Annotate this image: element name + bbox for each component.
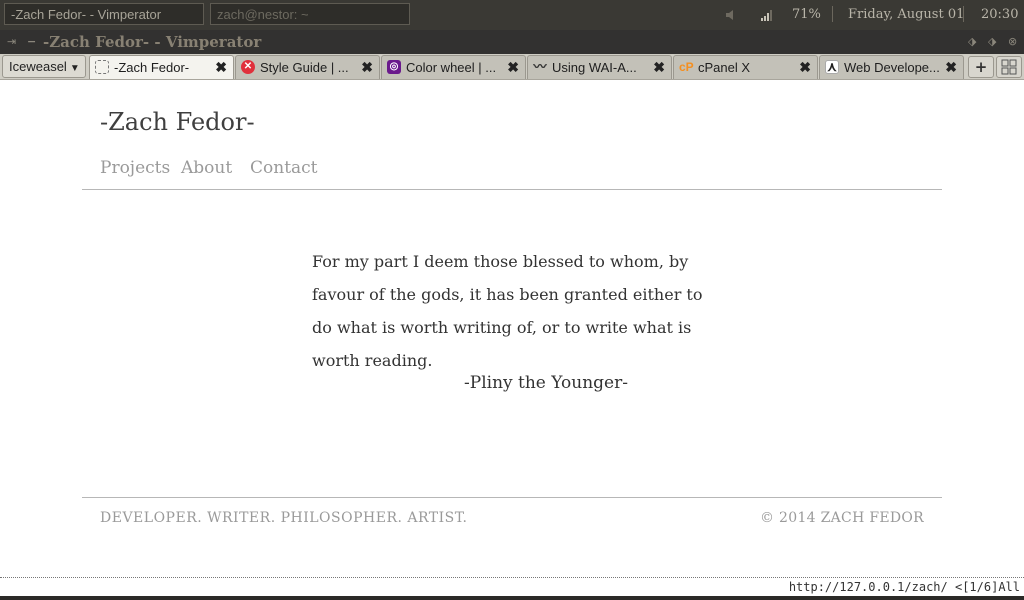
tab-label: -Zach Fedor-: [114, 60, 190, 75]
new-tab-button[interactable]: +: [968, 56, 994, 78]
tab-web-developer[interactable]: ⋏ Web Develope... ✖: [819, 55, 964, 79]
footer-tagline: DEVELOPER. WRITER. PHILOSOPHER. ARTIST.: [100, 510, 468, 526]
footer-copyright: © 2014 ZACH FEDOR: [759, 510, 924, 526]
bottom-strip: [0, 596, 1024, 600]
tab-style-guide[interactable]: ✕ Style Guide | ... ✖: [235, 55, 380, 79]
close-icon[interactable]: ✖: [361, 56, 373, 79]
status-bar: http://127.0.0.1/zach/ <[1/6]All: [0, 577, 1024, 596]
tab-label: cPanel X: [698, 60, 751, 75]
chevron-down-icon: ▼: [69, 63, 80, 74]
cpanel-icon: cP: [679, 60, 694, 74]
page-content: -Zach Fedor- Projects About Contact For …: [0, 80, 1024, 577]
nav-link-contact[interactable]: Contact: [250, 158, 318, 178]
color-wheel-icon: ◎: [387, 60, 401, 74]
top-panel: -Zach Fedor- - Vimperator zach@nestor: ~…: [0, 0, 1024, 30]
mdn-icon: ⋏: [825, 60, 839, 74]
panel-date[interactable]: Friday, August 01: [848, 0, 964, 30]
taskbar-item-vimperator[interactable]: -Zach Fedor- - Vimperator: [4, 3, 204, 25]
footer-divider: [82, 497, 942, 498]
maximize-icon[interactable]: ⬗: [988, 34, 996, 50]
window-title: -Zach Fedor- - Vimperator: [43, 33, 262, 51]
app-menu-label: Iceweasel: [9, 59, 67, 74]
quote-author: -Pliny the Younger-: [464, 373, 628, 393]
site-title[interactable]: -Zach Fedor-: [100, 108, 255, 136]
volume-icon[interactable]: [724, 0, 738, 30]
plus-icon: +: [974, 58, 988, 76]
close-icon[interactable]: ✖: [945, 56, 957, 79]
blank-page-icon: [95, 60, 109, 74]
panel-separator: [832, 6, 833, 22]
tab-label: Color wheel | ...: [406, 60, 497, 75]
close-icon[interactable]: ✖: [215, 56, 227, 79]
app-menu-button[interactable]: Iceweasel ▼: [2, 55, 86, 78]
nav-link-about[interactable]: About: [181, 158, 232, 178]
nav-link-projects[interactable]: Projects: [100, 158, 170, 178]
tab-bar: Iceweasel ▼ -Zach Fedor- ✖ ✕ Style Guide …: [0, 54, 1024, 80]
w3c-icon: 〰: [533, 59, 547, 74]
close-window-icon[interactable]: ⊗: [1008, 34, 1017, 50]
tab-cpanel[interactable]: cP cPanel X ✖: [673, 55, 818, 79]
styleguide-icon: ✕: [241, 60, 255, 74]
tab-wai-aria[interactable]: 〰 Using WAI-A... ✖: [527, 55, 672, 79]
panel-separator: [963, 6, 964, 22]
close-icon[interactable]: ✖: [653, 56, 665, 79]
tab-color-wheel[interactable]: ◎ Color wheel | ... ✖: [381, 55, 526, 79]
battery-level[interactable]: 71%: [792, 0, 821, 30]
window-menu-icon[interactable]: ⇥: [7, 34, 16, 50]
tab-groups-button[interactable]: [996, 56, 1022, 78]
tab-groups-icon: [1001, 59, 1017, 75]
window-title-bar[interactable]: ⇥ − -Zach Fedor- - Vimperator ⬗ ⬗ ⊗: [0, 30, 1024, 54]
pin-icon[interactable]: ⬗: [968, 34, 976, 50]
minimize-icon[interactable]: −: [27, 34, 36, 50]
tab-label: Web Develope...: [844, 60, 940, 75]
header-divider: [82, 189, 942, 190]
status-url: http://127.0.0.1/zach/ <[1/6]All: [788, 580, 1020, 594]
tab-label: Style Guide | ...: [260, 60, 349, 75]
taskbar-item-terminal[interactable]: zach@nestor: ~: [210, 3, 410, 25]
signal-strength-icon[interactable]: [760, 0, 774, 30]
tab-zach-fedor[interactable]: -Zach Fedor- ✖: [89, 55, 234, 79]
panel-clock[interactable]: 20:30: [981, 0, 1018, 30]
quote-text: For my part I deem those blessed to whom…: [312, 252, 703, 370]
close-icon[interactable]: ✖: [799, 56, 811, 79]
tab-label: Using WAI-A...: [552, 60, 637, 75]
close-icon[interactable]: ✖: [507, 56, 519, 79]
